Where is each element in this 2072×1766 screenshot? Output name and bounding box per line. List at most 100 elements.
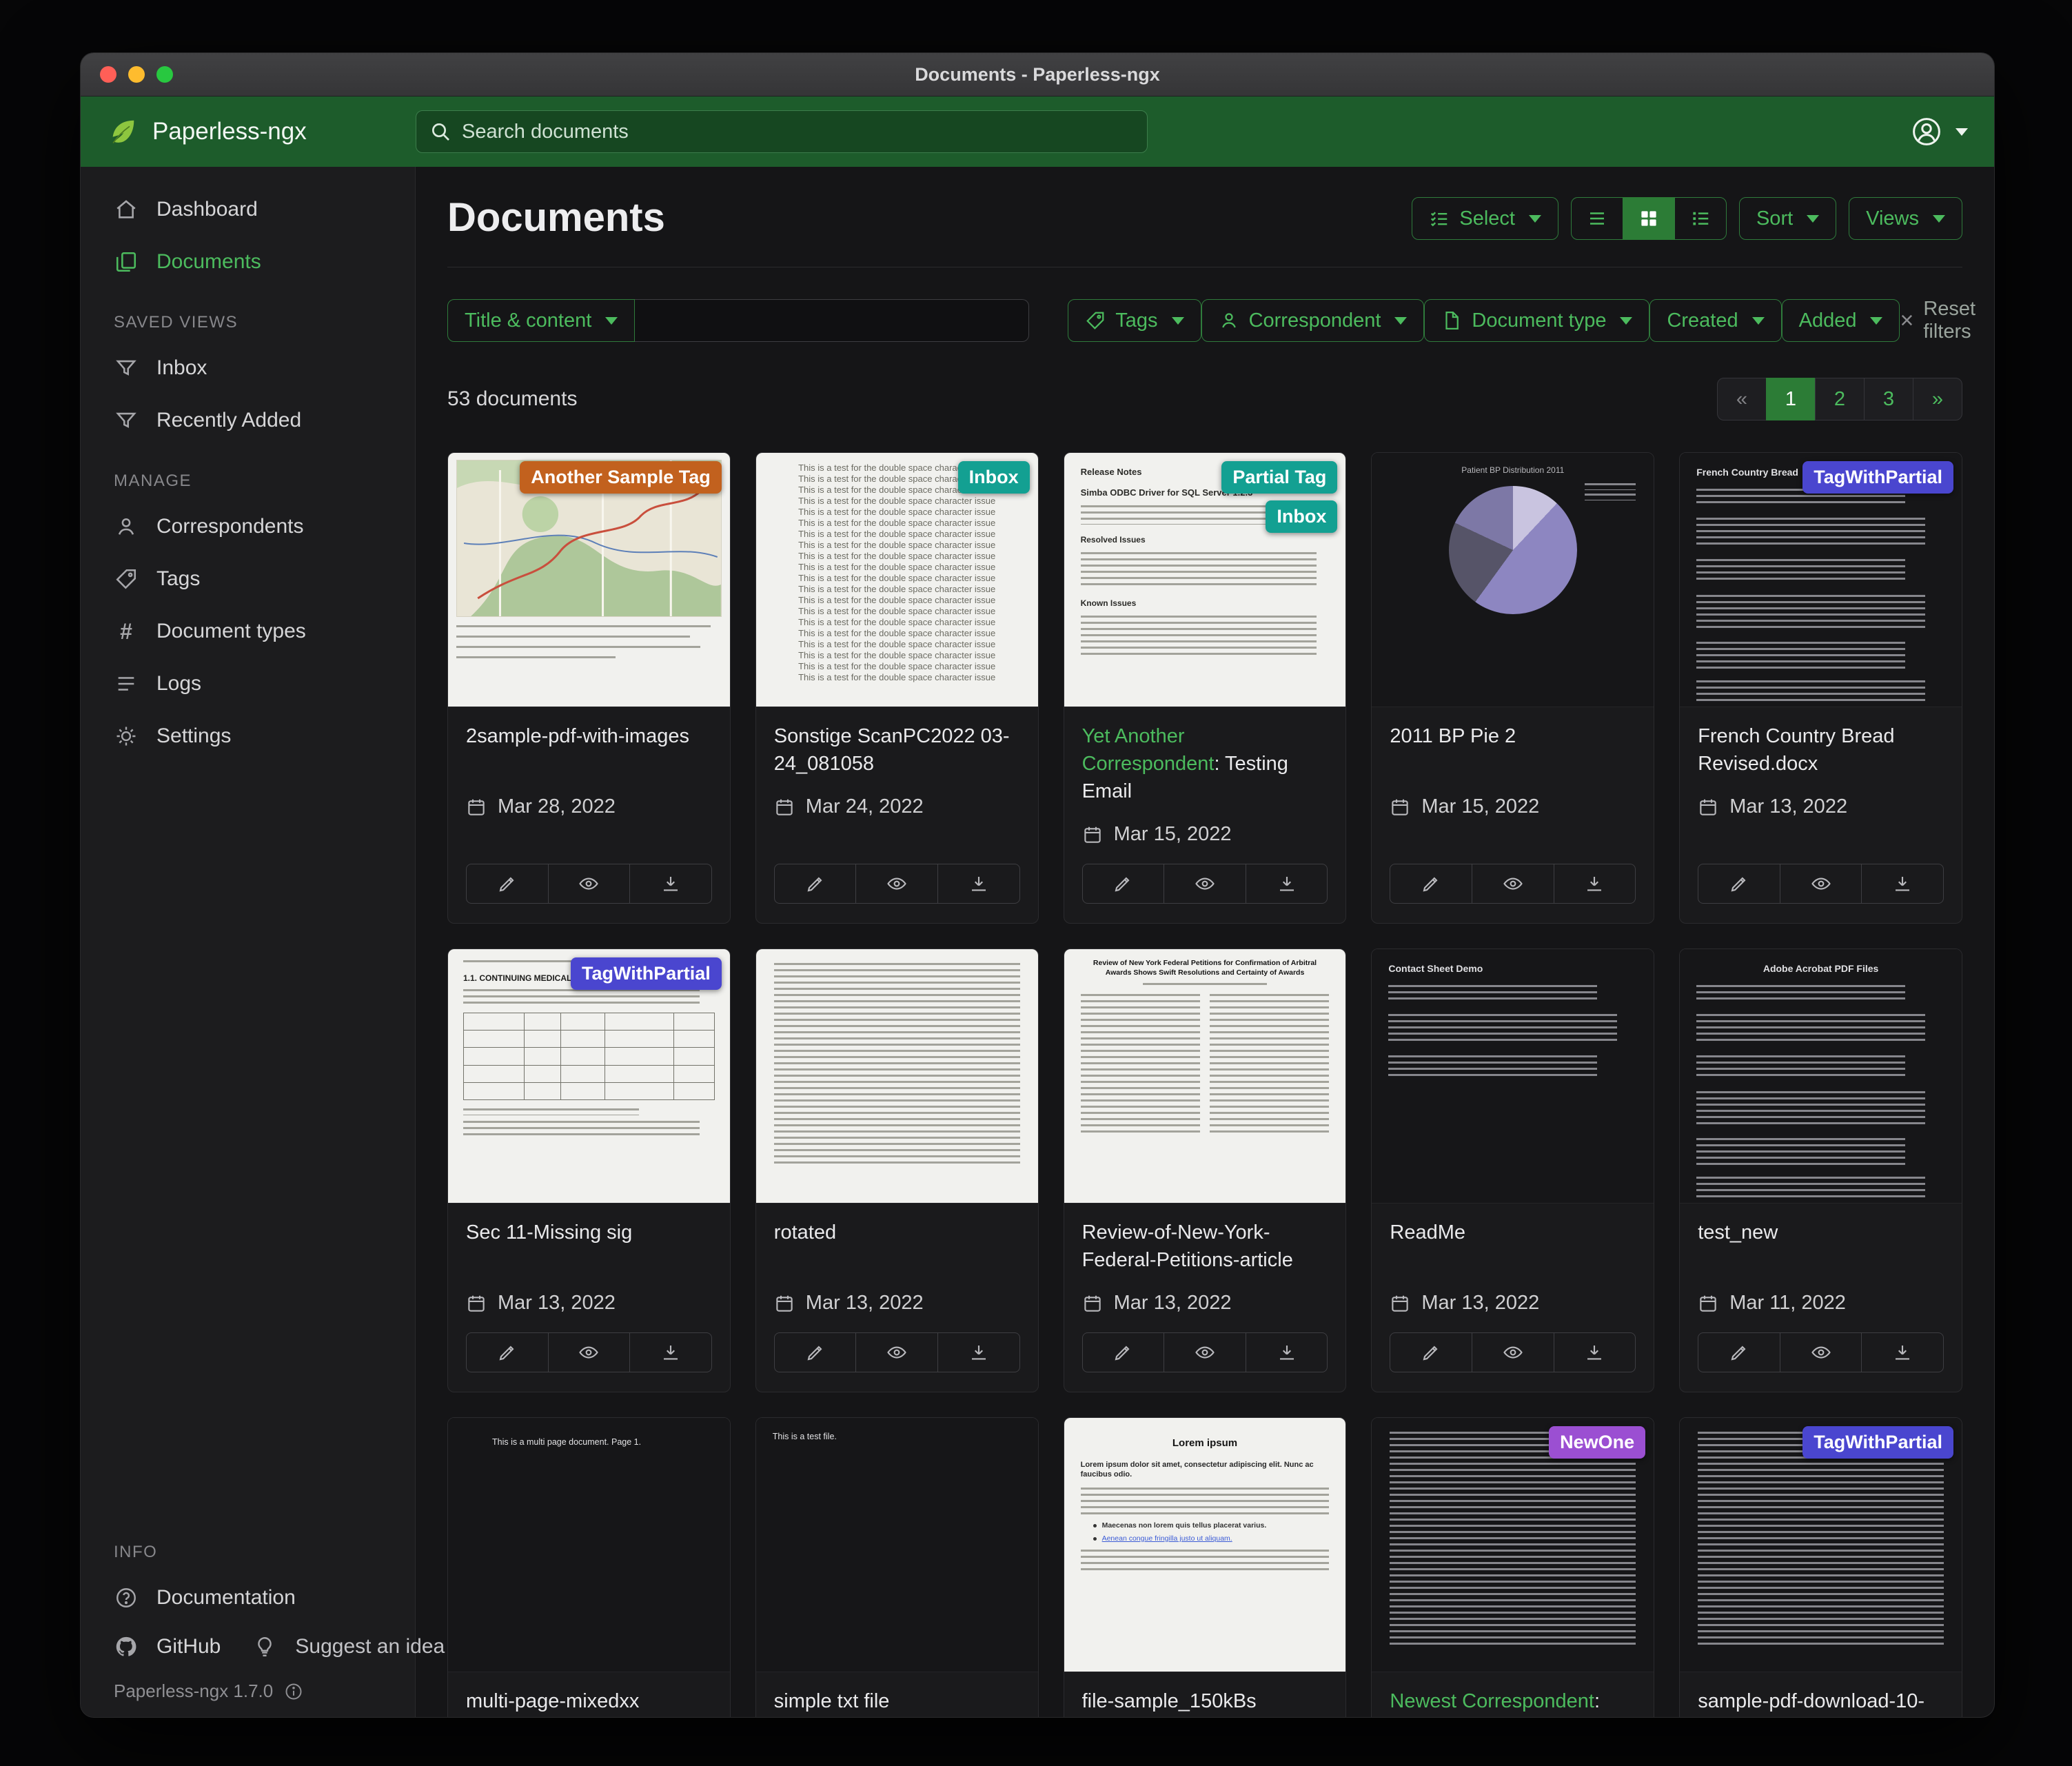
tag-chip[interactable]: NewOne (1549, 1426, 1645, 1459)
reset-filters-button[interactable]: × Reset filters (1900, 298, 1975, 343)
sidebar-item-correspondents[interactable]: Correspondents (81, 500, 415, 553)
sidebar-item-documentation[interactable]: Documentation (81, 1572, 415, 1624)
edit-document-button[interactable] (1390, 864, 1472, 904)
edit-document-button[interactable] (1390, 1332, 1472, 1372)
download-document-button[interactable] (1554, 864, 1636, 904)
preview-document-button[interactable] (1472, 1332, 1554, 1372)
preview-document-button[interactable] (548, 1332, 631, 1372)
grid-view-button[interactable] (1623, 197, 1675, 240)
edit-document-button[interactable] (466, 1332, 549, 1372)
tag-chip[interactable]: TagWithPartial (1802, 461, 1953, 494)
download-document-button[interactable] (1861, 864, 1944, 904)
tag-chip[interactable]: Inbox (1266, 500, 1337, 533)
preview-document-button[interactable] (1780, 1332, 1862, 1372)
tag-chip[interactable]: Inbox (958, 461, 1030, 494)
pagination-page-2[interactable]: 2 (1815, 378, 1865, 420)
document-thumbnail[interactable]: Patient BP Distribution 2011 (1372, 453, 1654, 707)
preview-document-button[interactable] (855, 1332, 938, 1372)
document-title[interactable]: simple txt file (774, 1687, 1020, 1717)
brand[interactable]: Paperless-ngx (107, 116, 416, 148)
preview-document-button[interactable] (1780, 864, 1862, 904)
zoom-icon[interactable] (156, 66, 173, 83)
sidebar-item-dashboard[interactable]: Dashboard (81, 183, 415, 236)
preview-document-button[interactable] (1164, 864, 1246, 904)
download-document-button[interactable] (1861, 1332, 1944, 1372)
download-document-button[interactable] (629, 864, 712, 904)
download-document-button[interactable] (937, 864, 1020, 904)
user-menu[interactable] (1910, 115, 1968, 148)
download-document-button[interactable] (629, 1332, 712, 1372)
document-title[interactable]: Sonstige ScanPC2022 03-24_081058 (774, 722, 1020, 778)
edit-document-button[interactable] (1698, 864, 1780, 904)
document-title[interactable]: French Country Bread Revised.docx (1698, 722, 1944, 778)
sidebar-item-github[interactable]: GitHub (81, 1624, 234, 1669)
details-view-button[interactable] (1674, 197, 1727, 240)
document-type-filter-button[interactable]: Document type (1424, 299, 1649, 342)
minimize-icon[interactable] (128, 66, 145, 83)
document-correspondent-link[interactable]: Newest Correspondent (1390, 1690, 1594, 1712)
document-thumbnail[interactable]: Another Sample Tag (448, 453, 730, 707)
info-icon[interactable] (284, 1682, 303, 1701)
document-title[interactable]: 2011 BP Pie 2 (1390, 722, 1636, 778)
sort-button[interactable]: Sort (1739, 197, 1836, 240)
added-filter-button[interactable]: Added (1782, 299, 1900, 342)
document-thumbnail[interactable]: NewOne (1372, 1418, 1654, 1672)
document-title[interactable]: test_new (1698, 1219, 1944, 1274)
preview-document-button[interactable] (855, 864, 938, 904)
edit-document-button[interactable] (1698, 1332, 1780, 1372)
sidebar-item-tags[interactable]: Tags (81, 553, 415, 605)
preview-document-button[interactable] (548, 864, 631, 904)
list-view-button[interactable] (1571, 197, 1623, 240)
edit-document-button[interactable] (1082, 864, 1165, 904)
views-button[interactable]: Views (1849, 197, 1962, 240)
document-title[interactable]: 2sample-pdf-with-images (466, 722, 712, 778)
document-thumbnail[interactable]: This is a test for the double space char… (756, 453, 1038, 707)
edit-document-button[interactable] (774, 1332, 857, 1372)
edit-document-button[interactable] (1082, 1332, 1165, 1372)
document-title[interactable]: ReadMe (1390, 1219, 1636, 1274)
document-title[interactable]: sample-pdf-download-10-mb-longer-title (1698, 1687, 1944, 1717)
document-thumbnail[interactable]: Contact Sheet Demo (1372, 949, 1654, 1204)
download-document-button[interactable] (1246, 1332, 1328, 1372)
download-document-button[interactable] (1246, 864, 1328, 904)
tag-chip[interactable]: Another Sample Tag (520, 461, 722, 494)
document-title[interactable]: rotated (774, 1219, 1020, 1274)
tag-chip[interactable]: TagWithPartial (1802, 1426, 1953, 1459)
document-thumbnail[interactable]: This is a test file. (756, 1418, 1038, 1672)
sidebar-item-recently-added[interactable]: Recently Added (81, 394, 415, 447)
preview-document-button[interactable] (1164, 1332, 1246, 1372)
pagination-page-3[interactable]: 3 (1864, 378, 1913, 420)
document-thumbnail[interactable]: This is a multi page document. Page 1. (448, 1418, 730, 1672)
title-content-dropdown[interactable]: Title & content (447, 299, 635, 342)
sidebar-item-settings[interactable]: Settings (81, 710, 415, 762)
pagination-prev-button[interactable]: « (1717, 378, 1767, 420)
tag-chip[interactable]: Partial Tag (1221, 461, 1337, 494)
document-title[interactable]: Sec 11-Missing sig (466, 1219, 712, 1274)
document-correspondent-link[interactable]: Yet Another Correspondent (1082, 725, 1215, 775)
document-title[interactable]: multi-page-mixedxx (466, 1687, 712, 1717)
tags-filter-button[interactable]: Tags (1068, 299, 1201, 342)
select-button[interactable]: Select (1412, 197, 1558, 240)
document-thumbnail[interactable]: French Country BreadTagWithPartial (1680, 453, 1962, 707)
title-content-input[interactable] (635, 299, 1029, 342)
document-title[interactable]: Newest Correspondent: f_combineds (1390, 1687, 1636, 1717)
close-icon[interactable] (100, 66, 116, 83)
document-thumbnail[interactable]: 1.1. CONTINUING MEDICAL EDUCATagWithPart… (448, 949, 730, 1204)
pagination-page-1[interactable]: 1 (1766, 378, 1816, 420)
tag-chip[interactable]: TagWithPartial (571, 957, 722, 990)
correspondent-filter-button[interactable]: Correspondent (1201, 299, 1425, 342)
preview-document-button[interactable] (1472, 864, 1554, 904)
document-thumbnail[interactable]: Adobe Acrobat PDF Files (1680, 949, 1962, 1204)
document-thumbnail[interactable]: Release NotesSimba ODBC Driver for SQL S… (1064, 453, 1346, 707)
sidebar-item-document-types[interactable]: # Document types (81, 605, 415, 658)
document-thumbnail[interactable]: Lorem ipsumLorem ipsum dolor sit amet, c… (1064, 1418, 1346, 1672)
document-title[interactable]: file-sample_150kBs (1082, 1687, 1328, 1717)
document-title[interactable]: Yet Another Correspondent: Testing Email (1082, 722, 1328, 805)
sidebar-item-inbox[interactable]: Inbox (81, 342, 415, 394)
sidebar-item-documents[interactable]: Documents (81, 236, 415, 288)
edit-document-button[interactable] (774, 864, 857, 904)
document-thumbnail[interactable] (756, 949, 1038, 1204)
download-document-button[interactable] (1554, 1332, 1636, 1372)
search-input[interactable] (416, 110, 1148, 153)
sidebar-item-logs[interactable]: Logs (81, 658, 415, 710)
